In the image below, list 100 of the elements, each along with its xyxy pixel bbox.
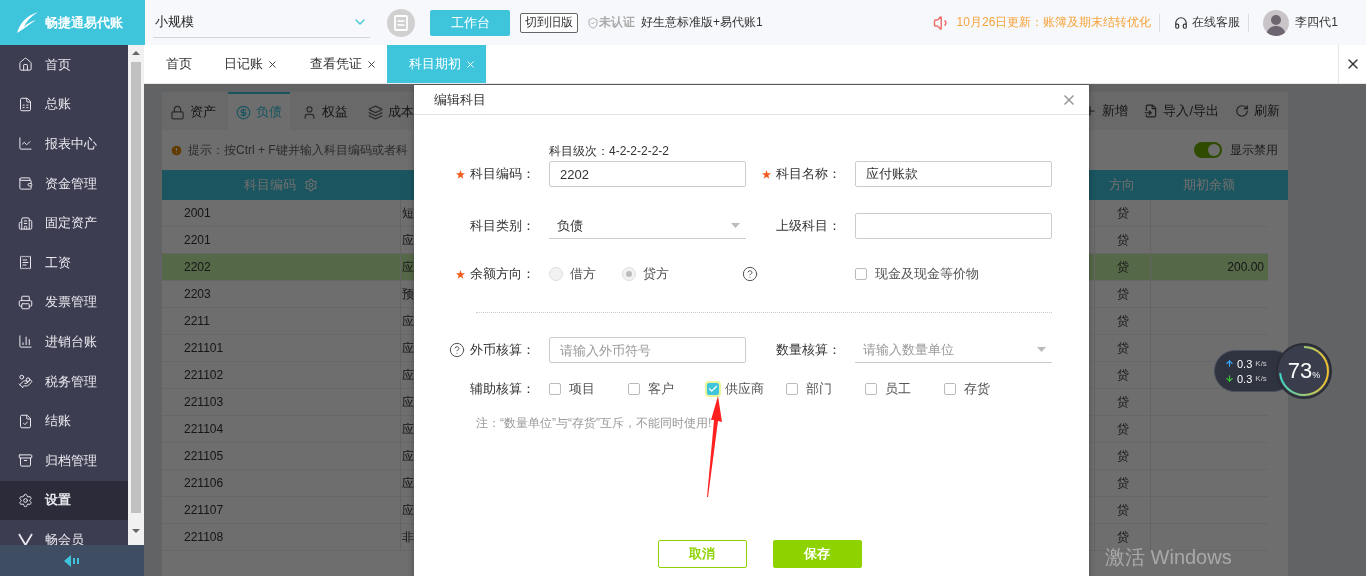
field-label: 科目名称： <box>776 165 841 183</box>
chart-icon <box>18 136 33 152</box>
table-cell: 2203 <box>184 287 211 301</box>
note-text: 注：“数量单位”与“存货”互斥，不能同时使用! <box>475 415 713 432</box>
checkbox-label[interactable]: 现金及现金等价物 <box>875 265 979 283</box>
radio-label[interactable]: 贷方 <box>643 265 669 283</box>
sidebar-item[interactable]: 资金管理 <box>0 163 128 204</box>
sidebar-item[interactable]: 归档管理 <box>0 440 128 481</box>
collapse-button[interactable] <box>62 552 82 569</box>
radio-label[interactable]: 借方 <box>570 265 596 283</box>
table-cell: 贷 <box>1116 420 1129 438</box>
user-name[interactable]: 李四代1 <box>1295 14 1338 31</box>
calendar-icon[interactable] <box>386 7 416 38</box>
table-cell: 221105 <box>184 449 224 463</box>
select-field[interactable]: 负债 <box>549 213 746 239</box>
field-label: 科目类别： <box>470 217 535 235</box>
speed-value: 0.3 <box>1237 357 1253 370</box>
checkbox[interactable] <box>628 383 640 395</box>
close-icon[interactable] <box>267 58 278 70</box>
column-header: 期初余额 <box>1182 176 1236 194</box>
checkbox-label[interactable]: 部门 <box>806 380 832 398</box>
checkbox-label[interactable]: 员工 <box>885 380 911 398</box>
field-label: 上级科目： <box>776 217 841 235</box>
settings-icon[interactable] <box>304 178 318 192</box>
taxpayer-select[interactable]: 小规模 <box>153 7 370 38</box>
radio-button[interactable] <box>622 267 636 281</box>
checkbox[interactable] <box>549 383 561 395</box>
text-field[interactable]: 应付账款 <box>855 161 1052 187</box>
text-field[interactable] <box>855 213 1052 239</box>
receipt-icon <box>18 255 33 271</box>
table-cell: 贷 <box>1116 204 1129 222</box>
sidebar-item[interactable]: 进销台账 <box>0 322 128 362</box>
required-icon <box>762 169 771 179</box>
sidebar-item[interactable]: 工资 <box>0 242 128 283</box>
radio-button[interactable] <box>549 267 563 281</box>
field-label: 科目编码： <box>470 165 535 183</box>
table-cell: 2211 <box>184 314 210 328</box>
tab[interactable]: 查看凭证 <box>288 45 387 83</box>
tab[interactable]: 首页 <box>144 45 202 83</box>
sidebar-item[interactable]: 总账 <box>0 84 128 125</box>
checkbox-label[interactable]: 项目 <box>569 380 595 398</box>
caret-icon <box>1037 347 1046 352</box>
help-icon[interactable] <box>449 342 465 358</box>
speed-value: 0.3 <box>1237 372 1253 385</box>
sidebar-item[interactable]: 固定资产 <box>0 203 128 243</box>
table-cell: 应 <box>402 501 414 519</box>
table-cell: 2202 <box>184 260 211 274</box>
coins-hand-icon <box>18 374 33 390</box>
logo-text: 畅捷通易代账 <box>45 13 123 32</box>
sidebar-item[interactable]: 税务管理 <box>0 361 128 402</box>
wallet-icon <box>18 176 33 192</box>
checkbox-label[interactable]: 存货 <box>964 380 990 398</box>
lock-icon <box>170 104 185 120</box>
gauge-value: 73 <box>1287 358 1313 384</box>
sidebar-item[interactable]: 畅会员 <box>0 520 128 545</box>
checkbox[interactable] <box>944 383 956 395</box>
v-mark-icon <box>18 532 33 545</box>
checkbox[interactable] <box>855 268 867 280</box>
hint-text: 提示：按Ctrl + F键并输入科目编码或者科 <box>188 141 408 159</box>
table-cell: 贷 <box>1116 258 1129 276</box>
os-notice: 激活 Windows <box>1105 545 1232 570</box>
table-cell: 221107 <box>184 503 224 517</box>
table-cell: 应 <box>402 231 414 249</box>
tab[interactable]: 日记账 <box>202 45 288 83</box>
checkbox[interactable] <box>707 383 719 395</box>
checkbox[interactable] <box>865 383 877 395</box>
column-header: 方向 <box>1108 176 1136 194</box>
sidebar-item[interactable]: 结账 <box>0 401 128 441</box>
sidebar-item[interactable]: 首页 <box>0 45 128 85</box>
file-arrow-icon <box>1144 104 1159 118</box>
checkbox-label[interactable]: 供应商 <box>725 380 764 398</box>
text-field[interactable]: 请输入外币符号 <box>549 337 746 363</box>
sidebar-item[interactable]: 发票管理 <box>0 282 128 323</box>
support-link[interactable]: 在线客服 <box>1192 14 1241 31</box>
scrollbar[interactable] <box>128 45 144 545</box>
text-field[interactable]: 2202 <box>549 161 746 187</box>
table-cell: 贷 <box>1116 285 1129 303</box>
close-icon[interactable] <box>366 58 377 70</box>
table-cell: 221108 <box>184 530 224 544</box>
settings-icon <box>18 492 33 508</box>
old-version-button[interactable]: 切到旧版 <box>520 12 578 33</box>
avatar[interactable] <box>1263 9 1290 36</box>
toggle-label: 显示禁用 <box>1230 141 1278 159</box>
checkbox[interactable] <box>786 383 798 395</box>
help-icon[interactable] <box>742 266 758 282</box>
sidebar-item[interactable]: 报表中心 <box>0 124 128 164</box>
sidebar-item[interactable]: 设置 <box>0 480 128 521</box>
table-cell: 200.00 <box>1227 260 1264 274</box>
table-cell: 贷 <box>1116 339 1129 357</box>
toggle-switch[interactable] <box>1194 142 1222 158</box>
bar-chart-icon <box>18 334 33 350</box>
table-cell: 221104 <box>184 422 224 436</box>
table-cell: 应 <box>402 447 414 465</box>
info-icon <box>170 143 183 157</box>
checkbox-label[interactable]: 客户 <box>648 380 674 398</box>
speed-unit: K/s <box>1255 359 1267 368</box>
required-icon <box>456 169 465 179</box>
printer-icon <box>18 294 33 310</box>
table-cell: 应 <box>402 474 414 492</box>
table-cell: 221103 <box>184 395 224 409</box>
